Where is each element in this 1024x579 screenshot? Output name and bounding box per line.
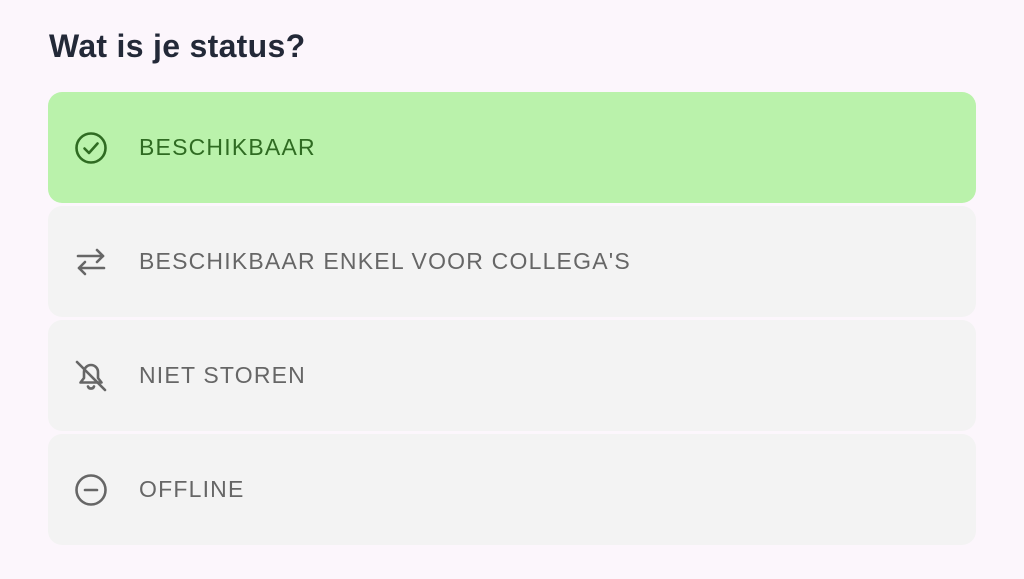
minus-circle-icon [73,472,109,508]
bell-off-icon [73,358,109,394]
status-option-label: BESCHIKBAAR [139,134,316,160]
status-option-label: BESCHIKBAAR ENKEL VOOR COLLEGA'S [139,248,631,274]
page-title: Wat is je status? [49,28,306,64]
status-option-label: NIET STOREN [139,362,306,388]
swap-arrows-icon [73,244,109,280]
status-option-label: OFFLINE [139,476,245,502]
status-option-offline[interactable]: OFFLINE [48,434,976,545]
status-option-niet-storen[interactable]: NIET STOREN [48,320,976,431]
status-option-collegas[interactable]: BESCHIKBAAR ENKEL VOOR COLLEGA'S [48,206,976,317]
status-options-list: BESCHIKBAAR BESCHIKBAAR ENKEL VOOR COLLE… [48,92,976,548]
check-circle-icon [73,130,109,166]
status-option-beschikbaar[interactable]: BESCHIKBAAR [48,92,976,203]
